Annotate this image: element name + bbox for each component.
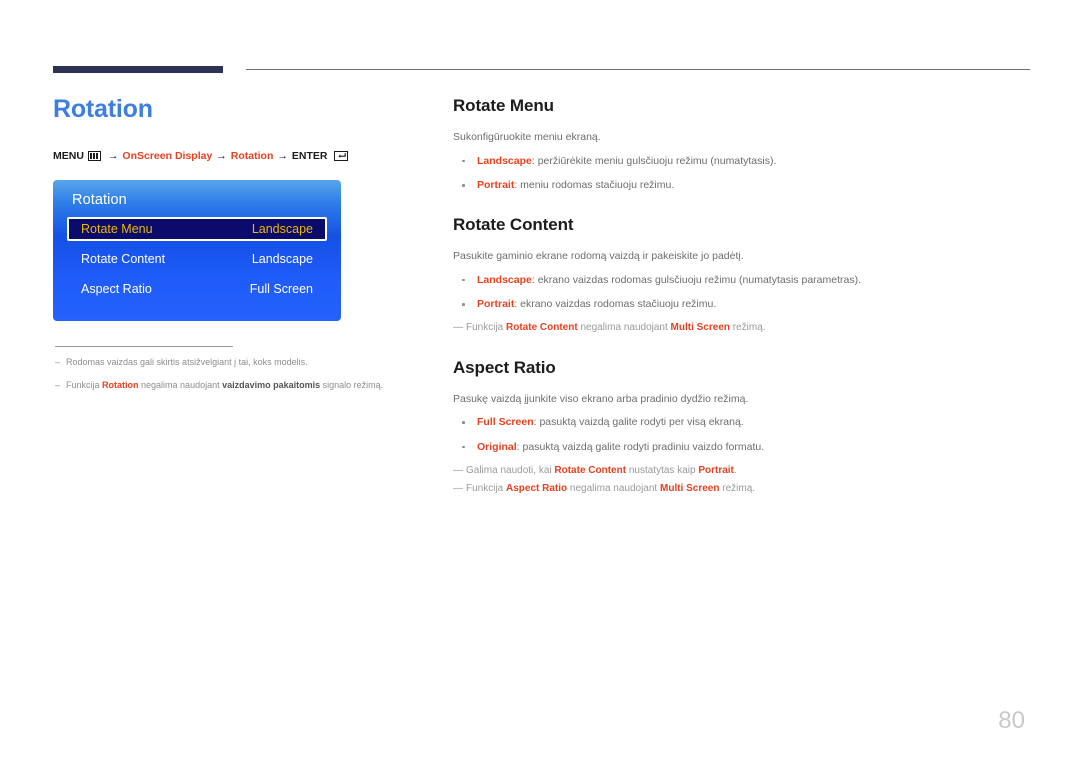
footnote-body: Rodomas vaizdas gali skirtis atsižvelgia… [66, 356, 308, 370]
note-text-fragment: nustatytas kaip [626, 464, 699, 476]
note-body: Funkcija Aspect Ratio negalima naudojant… [466, 482, 755, 497]
enter-key-icon [334, 150, 349, 161]
section-heading: Aspect Ratio [453, 357, 556, 377]
header-accent-bar [53, 66, 223, 73]
option-list-item: Landscape: peržiūrėkite meniu gulsčiuoju… [453, 154, 1033, 169]
footnote-body: Funkcija Rotation negalima naudojant vai… [66, 379, 383, 393]
option-description: : peržiūrėkite meniu gulsčiuoju režimu (… [531, 154, 777, 167]
option-description: : ekrano vaizdas rodomas stačiuoju režim… [514, 298, 717, 311]
note-text-fragment: . [733, 464, 737, 476]
osd-row-rotate-menu[interactable]: Rotate Menu Landscape [67, 216, 327, 241]
option-list-item: Full Screen: pasuktą vaizdą galite rodyt… [453, 415, 1033, 430]
osd-row-rotate-content[interactable]: Rotate Content Landscape [67, 247, 327, 271]
content-section: Rotate Menu Sukonfigūruokite meniu ekraną… [453, 96, 1033, 193]
note-body: Funkcija Rotate Content negalima naudoja… [466, 321, 766, 336]
header-divider-line [246, 69, 1030, 70]
option-name: Portrait [477, 298, 515, 311]
note-text-fragment: Rotate Content [554, 464, 627, 476]
left-footnotes: – Rodomas vaizdas gali skirtis atsižvelgi… [53, 356, 413, 393]
option-description: : meniu rodomas stačiuoju režimu. [514, 178, 675, 191]
osd-row-aspect-ratio[interactable]: Aspect Ratio Full Screen [67, 277, 327, 301]
menu-grid-icon [87, 150, 101, 161]
note-text-fragment: Rotation [102, 380, 139, 390]
option-name: Original [477, 440, 517, 453]
note-dash-icon: — [453, 483, 463, 495]
note-dash-icon: — [453, 322, 463, 334]
note-dash-icon: — [453, 464, 463, 476]
menu-path-menu-label: MENU [53, 149, 84, 162]
option-description: : pasuktą vaizdą galite rodyti per visą … [533, 416, 744, 429]
header-rules [0, 0, 1080, 73]
left-column: Rotation MENU → OnScreen Display → Rotat… [53, 95, 413, 403]
note-text-fragment: Funkcija [466, 322, 507, 334]
option-list-item: Landscape: ekrano vaizdas rodomas gulsči… [453, 273, 1033, 288]
content-section: Rotate Content Pasukite gaminio ekrane ro… [453, 215, 1033, 336]
breadcrumb-arrow-3: → [277, 149, 288, 162]
breadcrumb-arrow-2: → [216, 149, 227, 162]
note-text-fragment: Funkcija [466, 483, 507, 495]
note-text-fragment: Funkcija [66, 380, 103, 390]
note-text-fragment: Multi Screen [670, 322, 731, 334]
osd-row-label: Aspect Ratio [81, 281, 152, 296]
option-name: Landscape [477, 154, 532, 167]
option-list: Full Screen: pasuktą vaizdą galite rodyt… [453, 415, 1033, 454]
option-list: Landscape: peržiūrėkite meniu gulsčiuoju… [453, 154, 1033, 193]
option-list: Landscape: ekrano vaizdas rodomas gulsči… [453, 273, 1033, 312]
note-text-fragment: Multi Screen [660, 483, 720, 495]
note-text-fragment: režimą. [719, 483, 756, 495]
note-text-fragment: signalo režimą. [320, 380, 384, 390]
content-section: Aspect Ratio Pasukę vaizdą įjunkite viso … [453, 358, 1033, 497]
note-body: Galima naudoti, kai Rotate Content nusta… [466, 464, 737, 479]
osd-menu-rows: Rotate Menu Landscape Rotate Content Lan… [53, 216, 341, 301]
osd-row-label: Rotate Content [81, 251, 166, 266]
osd-row-value: Landscape [251, 221, 313, 236]
osd-menu-title: Rotation [72, 191, 127, 208]
section-description: Pasukite gaminio ekrane rodomą vaizdą ir… [453, 250, 744, 263]
note-text-fragment: vaizdavimo pakaitomis [222, 380, 321, 390]
footnote-dash-icon: – [55, 380, 61, 390]
option-name: Full Screen [477, 416, 534, 429]
footnote-divider [55, 345, 233, 347]
note-text-fragment: Rotate Content [506, 322, 578, 334]
section-description: Pasukę vaizdą įjunkite viso ekrano arba … [453, 392, 749, 405]
page-title: Rotation [53, 95, 153, 123]
note-text-fragment: Portrait [698, 464, 734, 476]
option-description: : ekrano vaizdas rodomas gulsčiuoju reži… [531, 273, 861, 286]
section-note: — Galima naudoti, kai Rotate Content nust… [453, 464, 1033, 479]
section-note: — Funkcija Aspect Ratio negalima naudojan… [453, 482, 1033, 497]
option-name: Landscape [477, 273, 532, 286]
note-text-fragment: Galima naudoti, kai [466, 464, 555, 476]
section-heading: Rotate Content [453, 215, 574, 235]
osd-row-value: Landscape [251, 251, 313, 266]
note-text-fragment: Rodomas vaizdas gali skirtis atsižvelgia… [66, 356, 308, 367]
option-list-item: Portrait: ekrano vaizdas rodomas stačiuo… [453, 297, 1033, 312]
page-number: 80 [998, 707, 1025, 734]
note-text-fragment: režimą. [730, 322, 766, 334]
note-text-fragment: negalima naudojant [567, 483, 660, 495]
note-text-fragment: Aspect Ratio [506, 483, 568, 495]
section-description: Sukonfigūruokite meniu ekraną. [453, 131, 601, 143]
footnote: – Rodomas vaizdas gali skirtis atsižvelgi… [55, 356, 413, 370]
section-note: — Funkcija Rotate Content negalima naudoj… [453, 321, 1033, 336]
osd-menu-panel: Rotation Rotate Menu Landscape Rotate Co… [53, 179, 341, 321]
option-name: Portrait [477, 178, 515, 191]
footnote: – Funkcija Rotation negalima naudojant va… [55, 379, 413, 393]
menu-path-enter-label: ENTER [291, 149, 328, 162]
option-list-item: Original: pasuktą vaizdą galite rodyti p… [453, 440, 1033, 455]
menu-path-breadcrumb: MENU → OnScreen Display → Rotation → ENT… [53, 150, 413, 162]
option-list-item: Portrait: meniu rodomas stačiuoju režimu… [453, 178, 1033, 193]
menu-path-step-onscreen-display[interactable]: OnScreen Display [122, 150, 212, 162]
breadcrumb-arrow-1: → [107, 149, 119, 162]
menu-path-step-rotation[interactable]: Rotation [231, 150, 274, 162]
right-column: Rotate Menu Sukonfigūruokite meniu ekraną… [453, 96, 1033, 501]
osd-row-label: Rotate Menu [81, 221, 153, 236]
footnote-dash-icon: – [55, 356, 61, 367]
note-text-fragment: negalima naudojant [138, 380, 223, 390]
note-text-fragment: negalima naudojant [577, 322, 671, 334]
option-description: : pasuktą vaizdą galite rodyti pradiniu … [516, 440, 765, 453]
section-heading: Rotate Menu [453, 96, 554, 115]
osd-row-value: Full Screen [249, 281, 313, 296]
